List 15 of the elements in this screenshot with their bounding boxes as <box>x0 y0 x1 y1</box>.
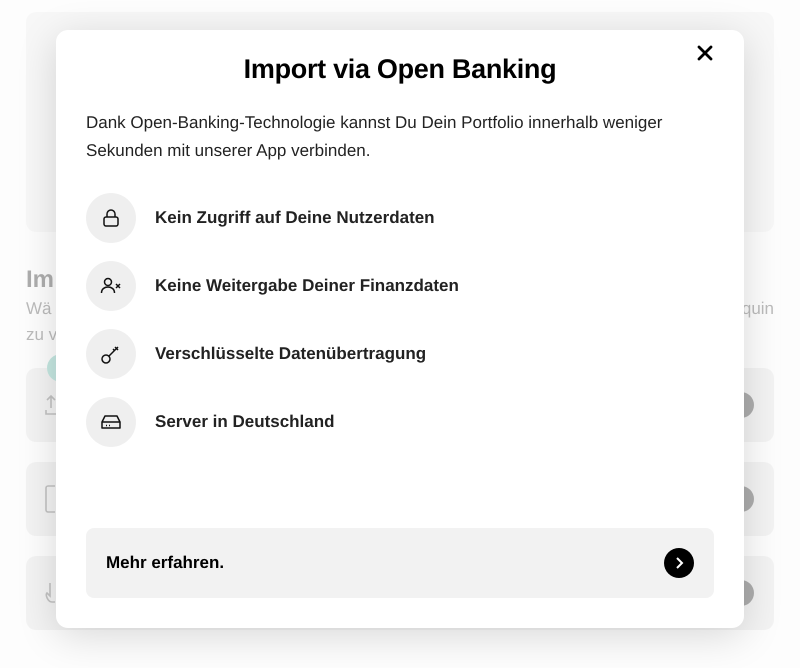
section-heading: Im <box>26 266 54 295</box>
chevron-right-icon <box>664 548 694 578</box>
upload-icon <box>45 394 56 416</box>
description-text: Wä <box>26 299 52 319</box>
feature-label: Verschlüsselte Datenübertragung <box>155 344 426 364</box>
intro-text: Dank Open-Banking-Technologie kannst Du Dein Portfolio innerhalb weniger Sekunden mit unserer App verbinden. <box>86 112 664 162</box>
feature-label: Server in Deutschland <box>155 412 335 432</box>
lock-icon <box>101 208 121 228</box>
feature-label: Kein Zugriff auf Deine Nutzerdaten <box>155 208 435 228</box>
user-remove-icon <box>100 276 122 296</box>
close-icon <box>697 45 713 61</box>
feature-label: Keine Weitergabe Deiner Finanzdaten <box>155 276 459 296</box>
server-icon <box>100 413 122 431</box>
dialog-title: Import via Open Banking <box>242 54 558 85</box>
learn-more-button[interactable]: Mehr erfahren. <box>86 528 714 598</box>
